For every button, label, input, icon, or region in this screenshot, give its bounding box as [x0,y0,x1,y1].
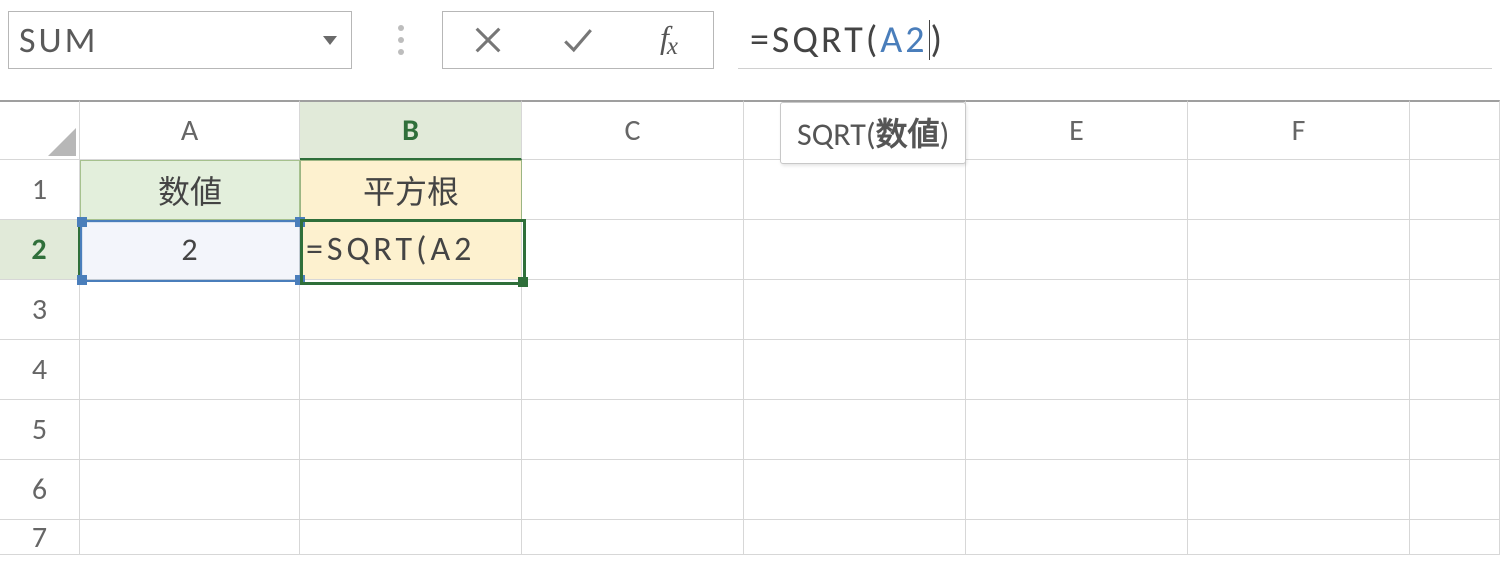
formula-ref: A2 [880,17,927,63]
formula-buttons: fx [442,11,714,69]
cell-G2[interactable] [1410,220,1500,280]
cell-A1[interactable]: 数値 [80,160,300,220]
tooltip-close: ) [940,115,950,154]
cell-F2[interactable] [1188,220,1410,280]
cell-F5[interactable] [1188,400,1410,460]
cell-C7[interactable] [522,520,744,555]
check-icon [561,23,595,57]
cell-E5[interactable] [966,400,1188,460]
spreadsheet-grid[interactable]: A B C D E F 1 数値 平方根 2 2 =SQRT(A2 3 4 5 … [0,100,1500,580]
cell-D6[interactable] [744,460,966,520]
formula-text-prefix: =SQRT( [750,17,880,63]
row-header-3[interactable]: 3 [0,280,80,340]
row-header-6[interactable]: 6 [0,460,80,520]
cell-G3[interactable] [1410,280,1500,340]
row-header-2[interactable]: 2 [0,220,80,280]
row-header-5[interactable]: 5 [0,400,80,460]
cell-E1[interactable] [966,160,1188,220]
tooltip-arg: 数値 [876,109,940,155]
cell-E7[interactable] [966,520,1188,555]
cell-A7[interactable] [80,520,300,555]
cell-B4[interactable] [300,340,522,400]
chevron-down-icon[interactable] [323,36,337,45]
cell-E6[interactable] [966,460,1188,520]
function-tooltip[interactable]: SQRT(数値) [780,102,966,164]
drag-handle-icon[interactable] [382,25,420,55]
cell-D3[interactable] [744,280,966,340]
name-box-value: SUM [19,18,98,62]
select-all-corner[interactable] [0,100,80,160]
cell-G6[interactable] [1410,460,1500,520]
cell-C4[interactable] [522,340,744,400]
cell-C2[interactable] [522,220,744,280]
col-header-A[interactable]: A [80,100,300,160]
cell-A6[interactable] [80,460,300,520]
cell-G5[interactable] [1410,400,1500,460]
cell-G7[interactable] [1410,520,1500,555]
col-header-C[interactable]: C [522,100,744,160]
cell-C1[interactable] [522,160,744,220]
col-header-B[interactable]: B [300,100,522,160]
cell-D5[interactable] [744,400,966,460]
formula-bar: SUM fx =SQRT(A2) [0,0,1500,76]
cell-E4[interactable] [966,340,1188,400]
row-header-4[interactable]: 4 [0,340,80,400]
cell-G4[interactable] [1410,340,1500,400]
cell-B7[interactable] [300,520,522,555]
formula-input[interactable]: =SQRT(A2) [738,12,1492,69]
cell-A5[interactable] [80,400,300,460]
insert-function-button[interactable]: fx [623,12,713,68]
col-header-E[interactable]: E [966,100,1188,160]
cell-A4[interactable] [80,340,300,400]
cell-D4[interactable] [744,340,966,400]
cell-B6[interactable] [300,460,522,520]
cell-D1[interactable] [744,160,966,220]
row-header-7[interactable]: 7 [0,520,80,555]
cell-F4[interactable] [1188,340,1410,400]
x-icon [471,23,505,57]
cancel-button[interactable] [443,12,533,68]
cell-E2[interactable] [966,220,1188,280]
cell-F3[interactable] [1188,280,1410,340]
cell-F7[interactable] [1188,520,1410,555]
row-header-1[interactable]: 1 [0,160,80,220]
tooltip-fn: SQRT( [797,115,876,154]
cell-C6[interactable] [522,460,744,520]
cell-C3[interactable] [522,280,744,340]
cell-B5[interactable] [300,400,522,460]
cell-A2[interactable]: 2 [80,220,300,280]
cell-E3[interactable] [966,280,1188,340]
cell-D2[interactable] [744,220,966,280]
col-header-extra[interactable] [1410,100,1500,160]
cell-C5[interactable] [522,400,744,460]
cell-G1[interactable] [1410,160,1500,220]
cell-B2[interactable]: =SQRT(A2 [300,220,522,280]
cell-D7[interactable] [744,520,966,555]
cell-F6[interactable] [1188,460,1410,520]
cell-B1[interactable]: 平方根 [300,160,522,220]
formula-text-suffix: ) [931,17,946,63]
cell-B3[interactable] [300,280,522,340]
name-box[interactable]: SUM [8,11,352,69]
cell-A3[interactable] [80,280,300,340]
col-header-F[interactable]: F [1188,100,1410,160]
enter-button[interactable] [533,12,623,68]
text-caret [929,20,930,60]
cell-F1[interactable] [1188,160,1410,220]
fx-icon: fx [660,19,676,61]
